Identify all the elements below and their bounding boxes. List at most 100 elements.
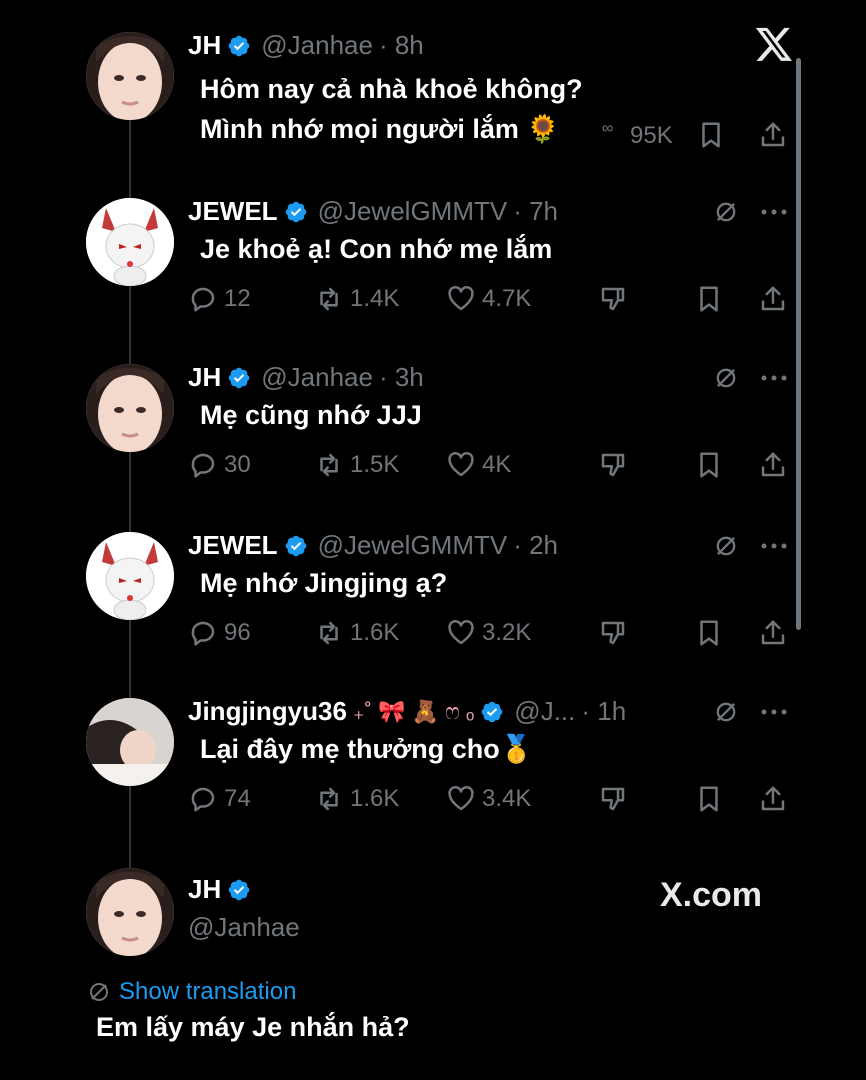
share-button[interactable] bbox=[758, 284, 788, 314]
more-icon[interactable] bbox=[760, 208, 788, 216]
verified-badge-icon bbox=[285, 535, 306, 556]
avatar[interactable] bbox=[86, 532, 174, 620]
jewel-avatar-icon bbox=[86, 198, 174, 286]
heart-icon bbox=[448, 785, 474, 811]
timestamp[interactable]: · 2h bbox=[513, 530, 558, 561]
like-button[interactable]: 3.2K bbox=[446, 618, 531, 648]
share-icon bbox=[761, 452, 785, 477]
show-translation-label[interactable]: Show translation bbox=[119, 978, 296, 1006]
more-icon[interactable] bbox=[760, 542, 788, 550]
repost-count: 1.6K bbox=[350, 785, 400, 812]
author-name[interactable]: JH bbox=[188, 30, 221, 61]
jh-avatar-icon bbox=[86, 32, 174, 120]
avatar[interactable] bbox=[86, 32, 174, 120]
author-handle[interactable]: @JewelGMMTV bbox=[318, 530, 508, 561]
jewel-avatar-icon bbox=[86, 532, 174, 620]
heart-icon bbox=[448, 451, 474, 477]
repost-button[interactable]: 1.6K bbox=[314, 784, 399, 814]
repost-icon bbox=[320, 453, 338, 477]
bookmark-button[interactable] bbox=[694, 450, 724, 480]
dislike-button[interactable] bbox=[598, 284, 628, 314]
repost-button[interactable]: 1.6K bbox=[314, 618, 399, 648]
reply-icon bbox=[191, 287, 215, 312]
reply-count: 30 bbox=[224, 451, 251, 478]
repost-button[interactable]: 1.4K bbox=[314, 284, 399, 314]
dislike-button[interactable] bbox=[598, 784, 628, 814]
repost-count: 1.6K bbox=[350, 619, 400, 646]
bookmark-icon bbox=[700, 620, 718, 646]
link-icon: ∞ bbox=[602, 120, 614, 137]
like-count: 4K bbox=[482, 451, 512, 478]
heart-icon bbox=[448, 285, 474, 311]
bookmark-button[interactable] bbox=[694, 618, 724, 648]
bookmark-icon bbox=[700, 452, 718, 478]
share-icon[interactable] bbox=[758, 120, 788, 150]
like-button[interactable]: 3.4K bbox=[446, 784, 531, 814]
jingjing-avatar-icon bbox=[86, 698, 174, 786]
translate-icon[interactable] bbox=[712, 698, 740, 726]
repost-icon bbox=[320, 621, 338, 645]
share-button[interactable] bbox=[758, 450, 788, 480]
author-handle[interactable]: @Janhae bbox=[261, 30, 373, 61]
dislike-button[interactable] bbox=[598, 450, 628, 480]
scrollbar[interactable] bbox=[796, 58, 801, 630]
timestamp[interactable]: · 8h bbox=[379, 30, 424, 61]
share-icon bbox=[761, 786, 785, 811]
author-handle[interactable]: @JewelGMMTV bbox=[318, 196, 508, 227]
author-handle[interactable]: @Janhae bbox=[188, 912, 300, 943]
reply-button[interactable]: 96 bbox=[188, 618, 251, 648]
author-name[interactable]: JEWEL bbox=[188, 196, 278, 227]
share-icon bbox=[761, 286, 785, 311]
reply-icon bbox=[191, 787, 215, 812]
bookmark-icon bbox=[700, 286, 718, 312]
more-icon[interactable] bbox=[760, 374, 788, 382]
author-name[interactable]: JH bbox=[188, 874, 221, 905]
dislike-button[interactable] bbox=[598, 618, 628, 648]
tweet-text: Lại đây mẹ thưởng cho🥇 bbox=[200, 734, 534, 764]
tweet-text-line-2: Mình nhớ mọi người lắm 🌻 bbox=[200, 114, 561, 144]
timestamp[interactable]: · 3h bbox=[379, 362, 424, 393]
like-button[interactable]: 4.7K bbox=[446, 284, 531, 314]
bookmark-icon[interactable] bbox=[696, 120, 726, 150]
heart-icon bbox=[448, 619, 474, 645]
author-name[interactable]: JH bbox=[188, 362, 221, 393]
verified-badge-icon bbox=[481, 701, 503, 722]
tweet-text: Mẹ cũng nhớ JJJ bbox=[200, 400, 422, 430]
avatar[interactable] bbox=[86, 868, 174, 956]
timestamp[interactable]: · 7h bbox=[513, 196, 558, 227]
avatar[interactable] bbox=[86, 698, 174, 786]
author-name[interactable]: Jingjingyu36 bbox=[188, 696, 347, 727]
like-button[interactable]: 4K bbox=[446, 450, 511, 480]
jh-avatar-icon bbox=[86, 364, 174, 452]
avatar[interactable] bbox=[86, 198, 174, 286]
translate-icon[interactable] bbox=[712, 532, 740, 560]
author-handle[interactable]: @Janhae bbox=[261, 362, 373, 393]
reply-button[interactable]: 74 bbox=[188, 784, 251, 814]
bookmark-button[interactable] bbox=[694, 284, 724, 314]
reply-button[interactable]: 30 bbox=[188, 450, 251, 480]
views-count: 95K bbox=[630, 122, 673, 149]
show-translation-button[interactable]: Show translation bbox=[87, 978, 296, 1006]
x-logo-icon[interactable] bbox=[754, 22, 794, 66]
translate-icon[interactable] bbox=[712, 364, 740, 392]
author-handle[interactable]: @J... bbox=[514, 696, 575, 727]
thumbs-down-icon bbox=[601, 621, 625, 645]
verified-badge-icon bbox=[285, 201, 306, 222]
like-count: 3.4K bbox=[482, 785, 532, 812]
reply-button[interactable]: 12 bbox=[188, 284, 251, 314]
tweet-text: Mẹ nhớ Jingjing ạ? bbox=[200, 568, 448, 598]
verified-badge-icon bbox=[228, 879, 250, 900]
timestamp[interactable]: · 1h bbox=[581, 696, 626, 727]
share-button[interactable] bbox=[758, 618, 788, 648]
author-name[interactable]: JEWEL bbox=[188, 530, 278, 561]
translate-icon[interactable] bbox=[712, 198, 740, 226]
reply-count: 12 bbox=[224, 285, 251, 312]
repost-button[interactable]: 1.5K bbox=[314, 450, 399, 480]
share-button[interactable] bbox=[758, 784, 788, 814]
bookmark-icon bbox=[700, 786, 718, 812]
reply-count: 74 bbox=[224, 785, 251, 812]
bookmark-button[interactable] bbox=[694, 784, 724, 814]
reply-count: 96 bbox=[224, 619, 251, 646]
avatar[interactable] bbox=[86, 364, 174, 452]
more-icon[interactable] bbox=[760, 708, 788, 716]
